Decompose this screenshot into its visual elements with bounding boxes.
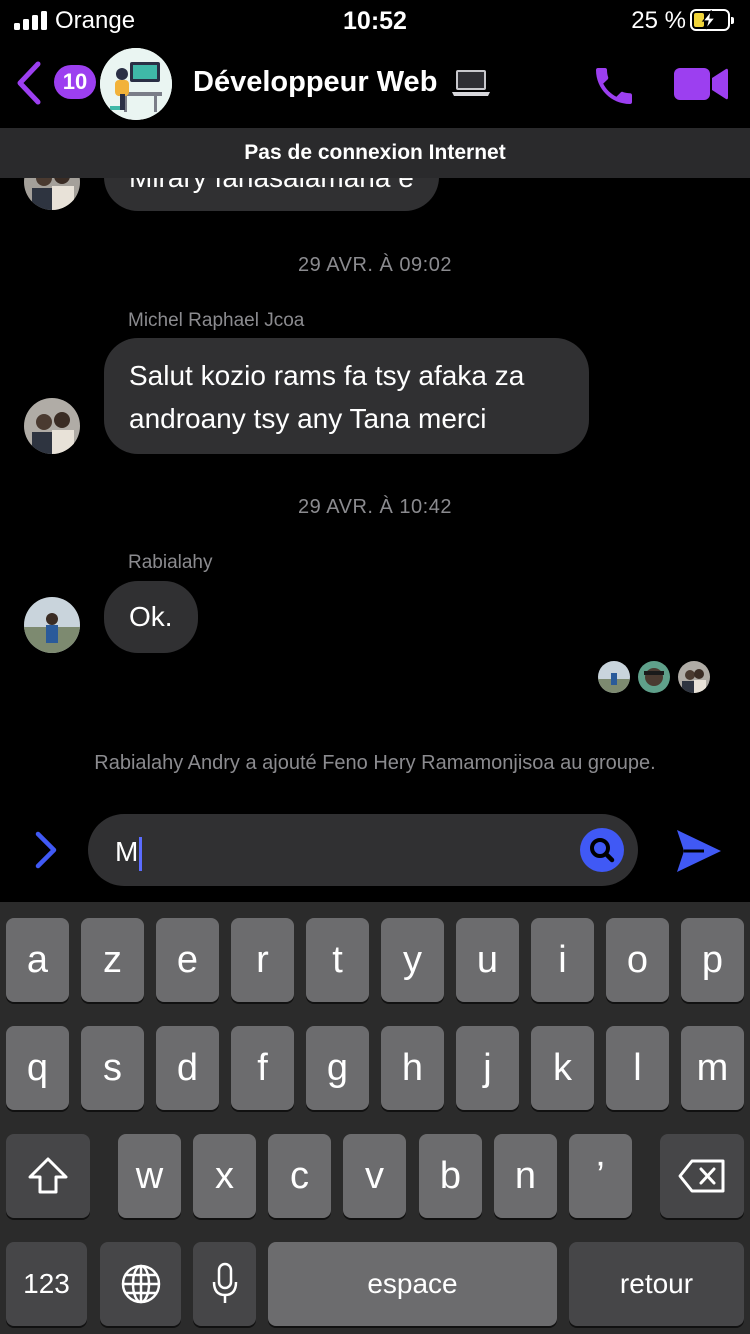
microphone-icon [212,1262,237,1303]
search-button[interactable] [580,828,624,872]
sender-avatar[interactable] [24,398,80,454]
message-input-value: M [115,836,139,867]
key-t[interactable]: t [306,918,369,1002]
sender-avatar[interactable] [24,178,80,210]
message-input-text[interactable]: M [115,836,143,871]
message-input[interactable]: M [88,814,638,886]
message-text: Ok. [129,601,173,632]
key-u[interactable]: u [456,918,519,1002]
globe-key[interactable] [100,1242,181,1326]
conversation-name: Développeur Web [193,66,438,98]
key-f[interactable]: f [231,1026,294,1110]
chevron-right-icon [35,831,57,869]
key-q[interactable]: q [6,1026,69,1110]
key-l[interactable]: l [606,1026,669,1110]
key-o[interactable]: o [606,918,669,1002]
numbers-key[interactable]: 123 [6,1242,87,1326]
keyboard: a z e r t y u i o p q s d f g h j k l m … [0,902,750,1334]
message-bubble[interactable]: Salut kozio rams fa tsy afaka za androan… [104,338,589,454]
read-receipt-avatar [638,661,670,693]
send-icon [677,830,721,872]
unread-badge: 10 [54,65,96,99]
backspace-key[interactable] [660,1134,744,1218]
key-i[interactable]: i [531,918,594,1002]
phone-icon [596,68,632,104]
timestamp: 29 AVR. À 09:02 [298,254,452,276]
key-apostrophe[interactable]: ’ [569,1134,632,1218]
key-a[interactable]: a [6,918,69,1002]
chevron-left-icon [17,61,41,105]
key-n[interactable]: n [494,1134,557,1218]
key-z[interactable]: z [81,918,144,1002]
video-call-button[interactable] [672,64,730,104]
video-camera-icon [674,68,728,100]
message-bubble[interactable]: Mirary fahasalamana e [104,178,439,211]
message-text-line: androany tsy any Tana merci [129,403,487,434]
status-bar: Orange 10:52 25 % [0,0,750,44]
backspace-icon [678,1159,725,1193]
shift-icon [28,1157,68,1194]
message-list[interactable]: Mirary fahasalamana e 29 AVR. À 09:02 Mi… [0,178,750,800]
key-e[interactable]: e [156,918,219,1002]
search-icon [590,838,615,863]
read-receipt-avatar [678,661,710,693]
key-j[interactable]: j [456,1026,519,1110]
key-d[interactable]: d [156,1026,219,1110]
key-r[interactable]: r [231,918,294,1002]
back-button[interactable]: 10 [14,60,96,106]
group-avatar[interactable] [100,48,172,120]
battery-icon [690,9,734,31]
shift-key[interactable] [6,1134,90,1218]
globe-icon [121,1264,160,1304]
key-g[interactable]: g [306,1026,369,1110]
key-p[interactable]: p [681,918,744,1002]
key-x[interactable]: x [193,1134,256,1218]
message-text: Mirary fahasalamana e [129,178,414,193]
key-y[interactable]: y [381,918,444,1002]
expand-actions-button[interactable] [30,828,62,872]
system-message: Rabialahy Andry a ajouté Feno Hery Ramam… [94,752,656,774]
send-button[interactable] [674,826,724,876]
voice-call-button[interactable] [590,62,638,110]
key-v[interactable]: v [343,1134,406,1218]
key-w[interactable]: w [118,1134,181,1218]
key-s[interactable]: s [81,1026,144,1110]
space-key[interactable]: espace [268,1242,557,1326]
return-key[interactable]: retour [569,1242,744,1326]
key-k[interactable]: k [531,1026,594,1110]
conversation-title[interactable]: Développeur Web [193,66,491,99]
timestamp: 29 AVR. À 10:42 [298,496,452,518]
key-h[interactable]: h [381,1026,444,1110]
read-receipt-avatar [598,661,630,693]
key-m[interactable]: m [681,1026,744,1110]
offline-banner: Pas de connexion Internet [0,128,750,178]
text-caret [139,836,143,871]
chat-header: 10 Développeur Web [0,44,750,126]
sender-avatar[interactable] [24,597,80,653]
key-b[interactable]: b [419,1134,482,1218]
message-bubble[interactable]: Ok. [104,581,198,653]
sender-name: Rabialahy [128,552,213,573]
key-c[interactable]: c [268,1134,331,1218]
laptop-icon [452,70,491,97]
dictation-key[interactable] [193,1242,256,1326]
sender-name: Michel Raphael Jcoa [128,310,305,331]
message-text-line: Salut kozio rams fa tsy afaka za [129,360,525,391]
message-composer: M [0,800,750,902]
battery-percentage: 25 % [631,7,686,34]
